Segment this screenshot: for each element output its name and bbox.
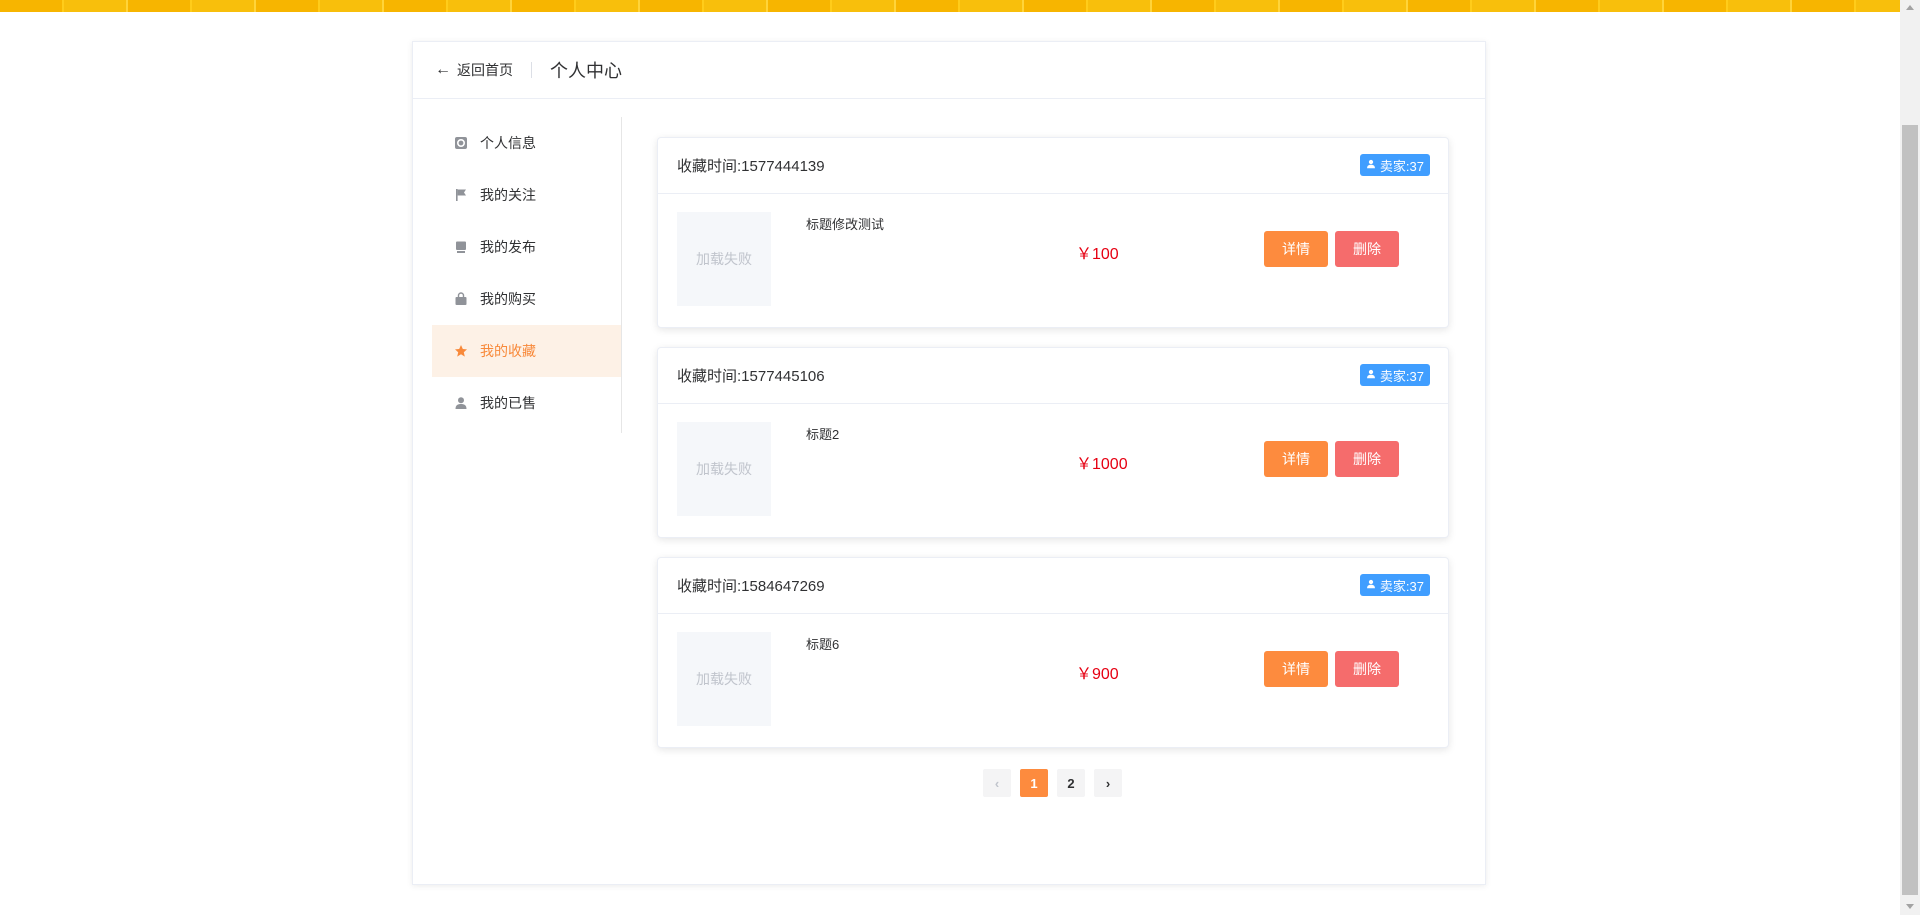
goods-image-placeholder: 加载失败 xyxy=(677,212,771,306)
goods-image-placeholder: 加载失败 xyxy=(677,632,771,726)
goods-price: ￥1000 xyxy=(1076,456,1128,473)
seller-tag: 卖家:37 xyxy=(1359,154,1430,176)
card-body: 加载失败 标题2 ￥1000 详情 删除 xyxy=(658,404,1448,539)
seller-tag: 卖家:37 xyxy=(1359,574,1430,596)
sidebar-item-profile[interactable]: 个人信息 xyxy=(432,117,621,169)
profile-icon xyxy=(454,136,468,150)
goods-price: ￥100 xyxy=(1076,246,1119,263)
page-scrollbar[interactable] xyxy=(1900,0,1920,915)
page-title: 个人中心 xyxy=(550,61,622,81)
user-icon xyxy=(1366,579,1376,592)
flag-icon xyxy=(454,188,468,202)
sidebar-item-favorites[interactable]: 我的收藏 xyxy=(432,325,621,377)
delete-button[interactable]: 删除 xyxy=(1335,231,1399,267)
card-header: 收藏时间:1584647269 卖家:37 xyxy=(658,558,1448,614)
card-header: 收藏时间:1577444139 卖家:37 xyxy=(658,138,1448,194)
favorite-time: 收藏时间:1577445106 xyxy=(677,368,825,385)
next-page-button[interactable]: › xyxy=(1094,769,1122,797)
seller-label: 卖家:37 xyxy=(1379,578,1424,594)
detail-button[interactable]: 详情 xyxy=(1264,651,1328,687)
detail-button[interactable]: 详情 xyxy=(1264,231,1328,267)
goods-title: 标题2 xyxy=(806,427,840,442)
bag-icon xyxy=(454,292,468,306)
goods-image-placeholder: 加载失败 xyxy=(677,422,771,516)
personal-center-panel: ← 返回首页 个人中心 个人信息 我的关注 我的发布 我的购买 我的收藏 我的已… xyxy=(412,41,1486,885)
star-icon xyxy=(454,344,468,358)
sidebar-item-purchase[interactable]: 我的购买 xyxy=(432,273,621,325)
sidebar-item-follow[interactable]: 我的关注 xyxy=(432,169,621,221)
delete-button[interactable]: 删除 xyxy=(1335,441,1399,477)
page-button-2[interactable]: 2 xyxy=(1057,769,1085,797)
delete-button[interactable]: 删除 xyxy=(1335,651,1399,687)
page-button-1[interactable]: 1 xyxy=(1020,769,1048,797)
back-home-link[interactable]: ← 返回首页 xyxy=(435,60,513,80)
header-divider xyxy=(531,62,532,78)
favorite-card: 收藏时间:1577445106 卖家:37 加载失败 标题2 ￥1000 详情 … xyxy=(657,347,1449,538)
seller-label: 卖家:37 xyxy=(1379,368,1424,384)
back-home-label: 返回首页 xyxy=(457,62,513,78)
card-body: 加载失败 标题6 ￥900 详情 删除 xyxy=(658,614,1448,749)
favorite-card: 收藏时间:1584647269 卖家:37 加载失败 标题6 ￥900 详情 删… xyxy=(657,557,1449,748)
goods-title: 标题修改测试 xyxy=(806,217,885,232)
user-icon xyxy=(454,396,468,410)
publish-icon xyxy=(454,240,468,254)
sidebar-item-label: 个人信息 xyxy=(480,135,536,151)
sidebar-item-label: 我的收藏 xyxy=(480,343,536,359)
prev-page-button[interactable]: ‹ xyxy=(983,769,1011,797)
favorite-time: 收藏时间:1584647269 xyxy=(677,578,825,595)
favorite-card: 收藏时间:1577444139 卖家:37 加载失败 标题修改测试 ￥100 详… xyxy=(657,137,1449,328)
favorites-list: 收藏时间:1577444139 卖家:37 加载失败 标题修改测试 ￥100 详… xyxy=(657,137,1449,767)
detail-button[interactable]: 详情 xyxy=(1264,441,1328,477)
sidebar-item-sold[interactable]: 我的已售 xyxy=(432,377,621,429)
sidebar-item-publish[interactable]: 我的发布 xyxy=(432,221,621,273)
panel-header: ← 返回首页 个人中心 xyxy=(413,42,1485,99)
scrollbar-thumb[interactable] xyxy=(1902,125,1918,895)
sidebar-item-label: 我的关注 xyxy=(480,187,536,203)
sidebar-menu: 个人信息 我的关注 我的发布 我的购买 我的收藏 我的已售 xyxy=(432,117,622,433)
sidebar-item-label: 我的购买 xyxy=(480,291,536,307)
scroll-up-arrow-icon[interactable] xyxy=(1900,0,1920,17)
goods-price: ￥900 xyxy=(1076,666,1119,683)
user-icon xyxy=(1366,159,1376,172)
favorite-time: 收藏时间:1577444139 xyxy=(677,158,825,175)
top-decorative-stripe xyxy=(0,0,1900,12)
seller-tag: 卖家:37 xyxy=(1359,364,1430,386)
pagination: ‹ 1 2 › xyxy=(983,769,1122,797)
sidebar-item-label: 我的已售 xyxy=(480,395,536,411)
arrow-left-icon: ← xyxy=(435,61,451,78)
goods-title: 标题6 xyxy=(806,637,840,652)
user-icon xyxy=(1366,369,1376,382)
seller-label: 卖家:37 xyxy=(1379,158,1424,174)
sidebar-item-label: 我的发布 xyxy=(480,239,536,255)
scroll-down-arrow-icon[interactable] xyxy=(1900,898,1920,915)
card-body: 加载失败 标题修改测试 ￥100 详情 删除 xyxy=(658,194,1448,329)
card-header: 收藏时间:1577445106 卖家:37 xyxy=(658,348,1448,404)
